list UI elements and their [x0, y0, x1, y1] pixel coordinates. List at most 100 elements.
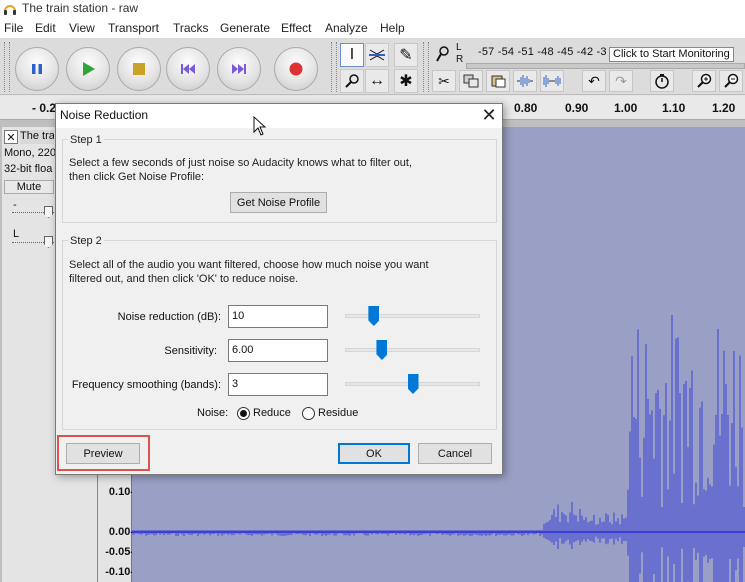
play-icon: [83, 62, 95, 76]
menu-tracks[interactable]: Tracks: [173, 21, 209, 35]
zoom-in-button[interactable]: [692, 70, 716, 92]
track-info-format: 32-bit floa: [4, 163, 53, 175]
frequency-smoothing-label: Frequency smoothing (bands):: [71, 379, 221, 391]
menu-transport[interactable]: Transport: [108, 21, 159, 35]
menu-edit[interactable]: Edit: [35, 21, 56, 35]
reduce-radio[interactable]: [237, 407, 250, 420]
step1-text-line1: Select a few seconds of just noise so Au…: [69, 157, 413, 169]
noise-reduction-slider[interactable]: [345, 314, 480, 318]
cut-button[interactable]: ✂: [432, 70, 456, 92]
record-meter-bar[interactable]: [466, 63, 745, 69]
amplitude-label: -0.10-: [105, 566, 134, 578]
multi-tool[interactable]: ✱: [394, 69, 418, 93]
copy-button[interactable]: [459, 70, 483, 92]
selection-tool[interactable]: I: [340, 43, 364, 67]
window-title: The train station - raw: [22, 1, 139, 15]
close-icon: ✕: [481, 104, 497, 125]
zoom-out-icon: [724, 73, 739, 88]
pan-label: L: [13, 228, 20, 240]
silence-button[interactable]: [540, 70, 564, 92]
menu-file[interactable]: File: [4, 21, 23, 35]
envelope-tool[interactable]: [365, 43, 389, 67]
timeline-tick: 0.90: [565, 101, 589, 115]
trim-button[interactable]: [513, 70, 537, 92]
skip-end-icon: [232, 64, 246, 74]
sync-lock-button[interactable]: [650, 70, 674, 92]
menu-effect[interactable]: Effect: [281, 21, 311, 35]
reduce-radio-label[interactable]: Reduce: [253, 407, 291, 419]
menu-view[interactable]: View: [69, 21, 95, 35]
time-shift-tool[interactable]: ↔: [365, 69, 389, 93]
pencil-icon: ✎: [399, 47, 413, 64]
ok-button[interactable]: OK: [338, 443, 410, 464]
dialog-title: Noise Reduction: [60, 108, 149, 122]
record-button[interactable]: [274, 47, 318, 91]
undo-icon: ↶: [588, 72, 600, 89]
audacity-headphones-icon: [4, 5, 16, 15]
noise-reduction-input[interactable]: 10: [228, 305, 328, 328]
gain-label: -: [13, 199, 17, 211]
paste-button[interactable]: [486, 70, 510, 92]
zoom-tool[interactable]: [340, 69, 364, 93]
get-noise-profile-button[interactable]: Get Noise Profile: [230, 192, 327, 213]
amplitude-label: 0.00-: [108, 526, 134, 538]
pause-button[interactable]: [15, 47, 59, 91]
step2-text-line1: Select all of the audio you want filtere…: [69, 259, 429, 271]
menu-analyze[interactable]: Analyze: [325, 21, 368, 35]
asterisk-icon: ✱: [399, 73, 413, 90]
record-meter-button[interactable]: [432, 43, 454, 65]
track-name-button[interactable]: The tra: [20, 130, 54, 144]
redo-button[interactable]: ↷: [609, 70, 633, 92]
residue-radio[interactable]: [302, 407, 315, 420]
close-icon: ✕: [6, 131, 16, 144]
meter-r-label: R: [456, 54, 464, 65]
track-close-button[interactable]: ✕: [4, 130, 18, 144]
toolbar-grip-tools[interactable]: [331, 42, 337, 92]
start-monitoring-tooltip[interactable]: Click to Start Monitoring: [609, 47, 734, 62]
step2-text-line2: filtered out, and then click 'OK' to red…: [69, 273, 299, 285]
amplitude-label: 0.10-: [108, 486, 134, 498]
play-button[interactable]: [66, 47, 110, 91]
magnifier-icon: [345, 74, 359, 88]
cancel-button[interactable]: Cancel: [418, 443, 492, 464]
scissors-icon: ✂: [438, 72, 450, 89]
amplitude-label: -0.05-: [105, 546, 134, 558]
copy-icon: [463, 74, 479, 88]
menu-generate[interactable]: Generate: [220, 21, 270, 35]
draw-tool[interactable]: ✎: [394, 43, 418, 67]
skip-to-end-button[interactable]: [217, 47, 261, 91]
frequency-smoothing-input[interactable]: 3: [228, 373, 328, 396]
undo-button[interactable]: ↶: [582, 70, 606, 92]
timeline-tick: 0.80: [514, 101, 538, 115]
sensitivity-slider[interactable]: [345, 348, 480, 352]
stop-icon: [133, 63, 145, 75]
mouse-cursor-icon: [253, 116, 267, 136]
noise-reduction-label: Noise reduction (dB):: [117, 311, 221, 323]
timeline-tick: 1.00: [614, 101, 638, 115]
residue-radio-label[interactable]: Residue: [318, 407, 358, 419]
sensitivity-label: Sensitivity:: [164, 345, 217, 357]
meter-l-label: L: [456, 42, 462, 53]
timeline-tick: 1.10: [662, 101, 686, 115]
radio-selected-dot: [240, 410, 247, 417]
stop-button[interactable]: [117, 47, 161, 91]
menu-help[interactable]: Help: [380, 21, 405, 35]
stopwatch-icon: [655, 74, 669, 89]
microphone-icon: [436, 46, 449, 62]
sensitivity-input[interactable]: 6.00: [228, 339, 328, 362]
toolbar-grip-meter[interactable]: [423, 42, 429, 92]
redo-icon: ↷: [615, 72, 627, 89]
silence-audio-icon: [543, 75, 561, 87]
toolbar-grip[interactable]: [4, 42, 10, 92]
step2-title: Step 2: [68, 235, 104, 247]
meter-scale: -57 -54 -51 -48 -45 -42 -3: [478, 46, 607, 58]
timeline-tick: 1.20: [712, 101, 736, 115]
mute-button[interactable]: Mute: [4, 180, 54, 194]
step1-text-line2: then click Get Noise Profile:: [69, 171, 205, 183]
dialog-close-button[interactable]: ✕: [478, 104, 500, 126]
trim-audio-icon: [517, 75, 533, 87]
skip-start-icon: [181, 64, 195, 74]
zoom-out-button[interactable]: [719, 70, 743, 92]
skip-to-start-button[interactable]: [166, 47, 210, 91]
i-beam-icon: I: [349, 46, 355, 63]
